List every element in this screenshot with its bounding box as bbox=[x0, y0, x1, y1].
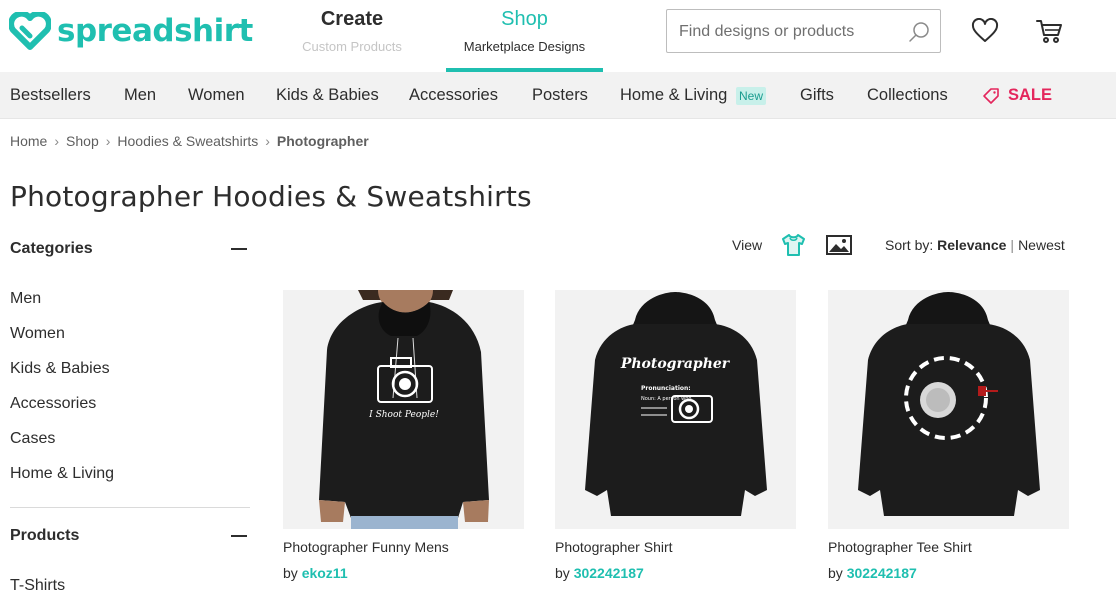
hoodie-dial-image bbox=[828, 290, 1069, 529]
breadcrumb: Home › Shop › Hoodies & Sweatshirts › Ph… bbox=[10, 133, 369, 149]
by-label: by bbox=[283, 565, 298, 581]
categories-heading[interactable]: Categories bbox=[10, 240, 93, 258]
catnav-women[interactable]: Women bbox=[188, 86, 245, 105]
sale-tag-icon bbox=[983, 87, 999, 104]
catnav-collections[interactable]: Collections bbox=[867, 86, 948, 105]
catnav-accessories[interactable]: Accessories bbox=[409, 86, 498, 105]
sort-newest[interactable]: Newest bbox=[1018, 237, 1065, 253]
products-heading[interactable]: Products bbox=[10, 527, 79, 545]
search-icon[interactable] bbox=[908, 21, 930, 43]
product-card[interactable]: Photographer Tee Shirt by 302242187 bbox=[828, 290, 1069, 581]
designer-link[interactable]: ekoz11 bbox=[302, 565, 348, 581]
filter-t-shirts[interactable]: T-Shirts bbox=[10, 577, 65, 595]
collapse-minus-icon[interactable] bbox=[231, 248, 247, 250]
product-name[interactable]: Photographer Funny Mens bbox=[283, 539, 524, 555]
breadcrumb-shop[interactable]: Shop bbox=[66, 133, 99, 149]
nav-shop-label: Shop bbox=[501, 8, 548, 30]
sidebar-divider bbox=[10, 507, 250, 508]
product-name[interactable]: Photographer Shirt bbox=[555, 539, 796, 555]
chevron-right-icon: › bbox=[105, 133, 111, 149]
designer-link[interactable]: 302242187 bbox=[574, 565, 644, 581]
nav-create-label: Create bbox=[320, 8, 384, 30]
print-title: Photographer bbox=[620, 356, 731, 372]
search-input[interactable] bbox=[679, 20, 899, 44]
design-view-image-icon[interactable] bbox=[825, 233, 853, 257]
site-header: spreadshirt Create Custom Products Shop … bbox=[0, 0, 1116, 72]
view-label: View bbox=[732, 237, 763, 253]
chevron-right-icon: › bbox=[265, 133, 270, 149]
breadcrumb-current: Photographer bbox=[276, 133, 369, 149]
sale-label: SALE bbox=[1008, 86, 1053, 104]
print-sub: Pronunciation: bbox=[641, 385, 691, 392]
breadcrumb-hoodies[interactable]: Hoodies & Sweatshirts bbox=[117, 133, 258, 149]
sort-label: Sort by: bbox=[885, 237, 934, 253]
catnav-posters[interactable]: Posters bbox=[532, 86, 588, 105]
product-name[interactable]: Photographer Tee Shirt bbox=[828, 539, 1069, 555]
sort-relevance[interactable]: Relevance bbox=[937, 237, 1006, 253]
nav-shop-sub: Marketplace Designs bbox=[463, 39, 586, 54]
product-designer: by ekoz11 bbox=[283, 565, 524, 581]
spreadshirt-logo[interactable]: spreadshirt bbox=[9, 12, 253, 50]
new-badge: New bbox=[736, 87, 767, 105]
product-image[interactable]: I Shoot People! bbox=[283, 290, 524, 529]
product-image[interactable] bbox=[828, 290, 1069, 529]
product-view-shirt-icon[interactable] bbox=[780, 232, 807, 258]
logo-heart-icon bbox=[9, 12, 51, 50]
designer-link[interactable]: 302242187 bbox=[847, 565, 917, 581]
collapse-minus-icon[interactable] bbox=[231, 535, 247, 537]
filter-accessories[interactable]: Accessories bbox=[10, 395, 96, 413]
by-label: by bbox=[555, 565, 570, 581]
search-box bbox=[666, 9, 941, 53]
hoodie-back-image: Photographer Pronunciation: Noun: A pers… bbox=[555, 290, 796, 529]
product-image[interactable]: Photographer Pronunciation: Noun: A pers… bbox=[555, 290, 796, 529]
sort-control: Sort by: Relevance | Newest bbox=[885, 237, 1065, 253]
page-title: Photographer Hoodies & Sweatshirts bbox=[10, 180, 532, 213]
catnav-men[interactable]: Men bbox=[124, 86, 156, 105]
sort-divider: | bbox=[1010, 237, 1015, 253]
nav-shop[interactable]: Shop Marketplace Designs bbox=[446, 8, 603, 72]
catnav-bestsellers[interactable]: Bestsellers bbox=[10, 86, 91, 105]
hoodie-model-image: I Shoot People! bbox=[283, 290, 524, 529]
logo-text: spreadshirt bbox=[57, 13, 253, 49]
filter-men[interactable]: Men bbox=[10, 290, 41, 308]
product-designer: by 302242187 bbox=[555, 565, 796, 581]
filter-kids-babies[interactable]: Kids & Babies bbox=[10, 360, 110, 378]
by-label: by bbox=[828, 565, 843, 581]
catnav-kids-babies[interactable]: Kids & Babies bbox=[276, 86, 379, 105]
wishlist-heart-icon[interactable] bbox=[971, 18, 999, 44]
breadcrumb-home[interactable]: Home bbox=[10, 133, 47, 149]
product-designer: by 302242187 bbox=[828, 565, 1069, 581]
product-card[interactable]: I Shoot People! Photographer Funny Mens … bbox=[283, 290, 524, 581]
category-nav: Bestsellers Men Women Kids & Babies Acce… bbox=[0, 72, 1116, 119]
filter-women[interactable]: Women bbox=[10, 325, 65, 343]
catnav-sale[interactable]: SALE bbox=[982, 86, 1052, 105]
filter-cases[interactable]: Cases bbox=[10, 430, 55, 448]
print-text: I Shoot People! bbox=[368, 410, 439, 420]
product-card[interactable]: Photographer Pronunciation: Noun: A pers… bbox=[555, 290, 796, 581]
catnav-home-living[interactable]: Home & Living bbox=[620, 86, 727, 105]
nav-create-sub: Custom Products bbox=[302, 39, 402, 54]
chevron-right-icon: › bbox=[54, 133, 60, 149]
catnav-gifts[interactable]: Gifts bbox=[800, 86, 834, 105]
cart-icon[interactable] bbox=[1035, 17, 1063, 45]
nav-create[interactable]: Create Custom Products bbox=[290, 8, 414, 54]
filter-home-living[interactable]: Home & Living bbox=[10, 465, 114, 483]
